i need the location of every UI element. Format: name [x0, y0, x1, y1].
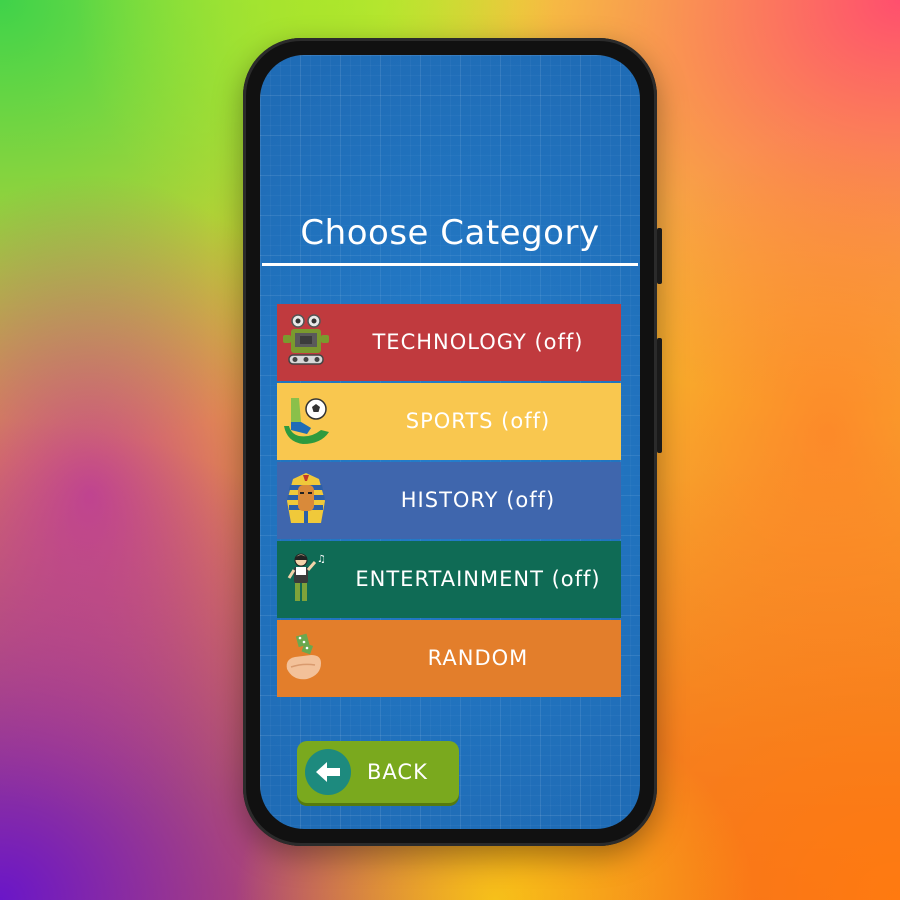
power-button — [657, 338, 662, 453]
category-label: SPORTS (off) — [405, 409, 551, 433]
category-entertainment[interactable]: ♫ ENTERTAINMENT (off) — [277, 541, 621, 618]
dice-hand-icon — [281, 629, 331, 687]
robot-icon — [281, 313, 331, 371]
soccer-icon — [281, 392, 331, 450]
volume-up-button — [657, 228, 662, 284]
svg-text:♫: ♫ — [317, 554, 326, 565]
category-label: HISTORY (off) — [400, 488, 556, 512]
category-random[interactable]: RANDOM — [277, 620, 621, 697]
back-button[interactable]: BACK — [297, 741, 459, 803]
arrow-left-icon — [305, 749, 351, 795]
category-sports[interactable]: SPORTS (off) — [277, 383, 621, 460]
back-button-label: BACK — [367, 760, 428, 784]
category-label: TECHNOLOGY (off) — [372, 330, 584, 354]
page-title: Choose Category — [300, 213, 600, 253]
category-history[interactable]: HISTORY (off) — [277, 462, 621, 539]
category-list: TECHNOLOGY (off) SPORTS (off) HISTORY (o… — [277, 304, 621, 699]
phone-frame: Choose Category TECHNOLOGY (off) SPORTS … — [243, 38, 662, 846]
category-label: ENTERTAINMENT (off) — [355, 567, 601, 591]
category-technology[interactable]: TECHNOLOGY (off) — [277, 304, 621, 381]
pharaoh-icon — [281, 471, 331, 529]
app-screen: Choose Category TECHNOLOGY (off) SPORTS … — [260, 55, 640, 829]
category-label: RANDOM — [427, 646, 529, 670]
title-divider — [262, 263, 638, 266]
singer-icon: ♫ — [281, 550, 331, 608]
